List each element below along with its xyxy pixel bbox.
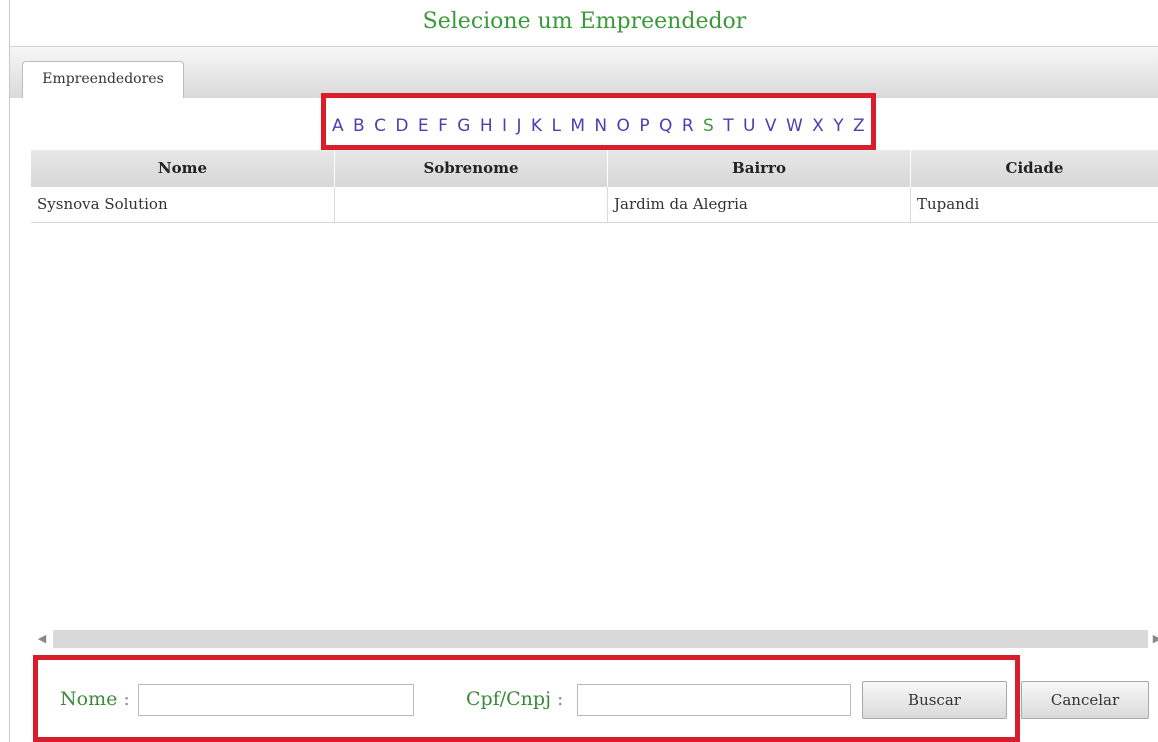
letter-link-v[interactable]: V [765, 116, 778, 136]
nome-input[interactable] [138, 684, 414, 716]
letter-link-y[interactable]: Y [833, 116, 844, 136]
tab-bar: Empreendedores [10, 46, 1158, 100]
cell-bairro: Jardim da Alegria [608, 187, 911, 222]
cpf-cnpj-label-text: Cpf/Cnpj [466, 688, 551, 710]
letter-link-u[interactable]: U [743, 116, 756, 136]
nome-label: Nome : [60, 688, 130, 710]
nome-label-text: Nome [60, 688, 118, 710]
cpf-cnpj-label-colon: : [557, 688, 564, 710]
search-form: Nome : Cpf/Cnpj : Buscar Cancelar [0, 660, 1149, 742]
table-row[interactable]: Sysnova Solution Jardim da Alegria Tupan… [31, 187, 1158, 223]
scrollbar-track[interactable] [53, 630, 1148, 648]
column-header-nome[interactable]: Nome [31, 150, 335, 187]
horizontal-scrollbar[interactable]: ◀ ▶ [31, 628, 1158, 650]
cell-cidade: Tupandi [917, 195, 980, 213]
letter-link-g[interactable]: G [457, 116, 471, 136]
table-header: Nome Sobrenome Bairro Cidade [31, 150, 1158, 188]
letter-link-j[interactable]: J [516, 116, 522, 136]
alphabet-letter-list: A B C D E F G H I J K L M N O P Q R S T … [332, 116, 865, 136]
letter-link-d[interactable]: D [395, 116, 409, 136]
cell-sobrenome [335, 187, 608, 222]
dialog-title: Selecione um Empreendedor [422, 9, 747, 34]
letter-link-l[interactable]: L [551, 116, 561, 136]
triangle-right-icon[interactable]: ▶ [1148, 630, 1158, 648]
triangle-left-icon[interactable]: ◀ [33, 630, 51, 648]
letter-link-x[interactable]: X [812, 116, 825, 136]
letter-link-c[interactable]: C [374, 116, 387, 136]
letter-link-n[interactable]: N [594, 116, 608, 136]
cpf-cnpj-input[interactable] [577, 684, 851, 716]
letter-link-i[interactable]: I [502, 116, 508, 136]
letter-link-o[interactable]: O [617, 116, 631, 136]
letter-link-w[interactable]: W [786, 116, 804, 136]
letter-link-a[interactable]: A [332, 116, 345, 136]
column-header-bairro[interactable]: Bairro [608, 150, 911, 187]
letter-link-s[interactable]: S [703, 116, 715, 136]
letter-link-b[interactable]: B [353, 116, 366, 136]
cell-nome: Sysnova Solution [31, 187, 335, 222]
alphabet-filter-bar: A B C D E F G H I J K L M N O P Q R S T … [10, 98, 1158, 150]
column-header-cidade[interactable]: Cidade [911, 150, 1158, 187]
letter-link-p[interactable]: P [639, 116, 650, 136]
search-button[interactable]: Buscar [862, 681, 1007, 719]
letter-link-m[interactable]: M [570, 116, 586, 136]
letter-link-h[interactable]: H [480, 116, 494, 136]
cpf-cnpj-label: Cpf/Cnpj : [466, 688, 563, 710]
letter-link-e[interactable]: E [418, 116, 430, 136]
nome-label-colon: : [123, 688, 130, 710]
letter-link-r[interactable]: R [682, 116, 695, 136]
letter-link-z[interactable]: Z [853, 116, 866, 136]
letter-link-t[interactable]: T [723, 116, 734, 136]
cancel-button[interactable]: Cancelar [1021, 681, 1149, 719]
letter-link-q[interactable]: Q [659, 116, 673, 136]
tab-empreendedores[interactable]: Empreendedores [22, 61, 184, 100]
column-header-sobrenome[interactable]: Sobrenome [335, 150, 608, 187]
letter-link-k[interactable]: K [531, 116, 543, 136]
letter-link-f[interactable]: F [438, 116, 449, 136]
